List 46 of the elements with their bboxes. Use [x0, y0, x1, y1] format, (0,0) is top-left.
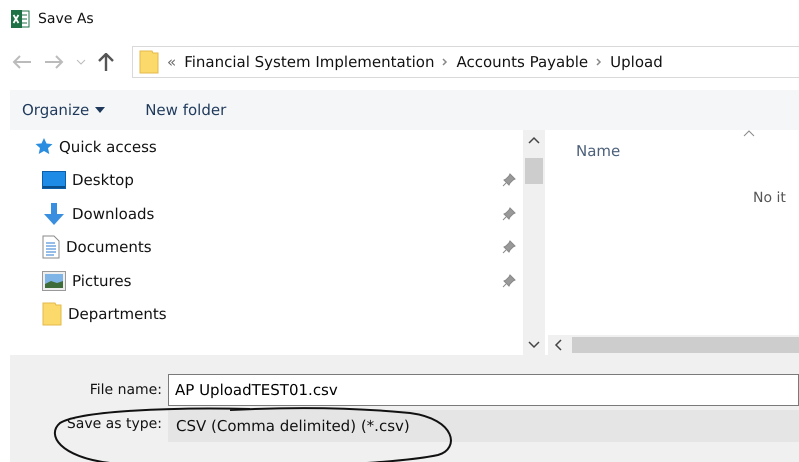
organize-menu[interactable]: Organize [22, 101, 106, 119]
spreadsheet-app-icon [10, 9, 30, 29]
chevron-icon [442, 58, 448, 66]
caret-icon [95, 107, 106, 113]
address-bar[interactable]: « Financial System Implementation Accounts Payable Upload [132, 46, 799, 78]
star-icon [33, 136, 53, 157]
monitor-icon [42, 171, 66, 190]
overflow-chevron[interactable]: « [167, 53, 176, 71]
file-name-field[interactable]: AP UploadTEST01.csv [168, 374, 799, 406]
scroll-left-icon[interactable] [554, 339, 562, 351]
nav-item[interactable]: Quick access [0, 130, 523, 164]
chevron-icon [596, 58, 602, 66]
vertical-scrollbar[interactable] [523, 130, 545, 355]
back-button[interactable] [12, 54, 32, 70]
pin-icon[interactable] [502, 173, 516, 188]
scroll-up-icon[interactable] [528, 136, 540, 144]
horizontal-scrollbar[interactable] [548, 335, 799, 355]
nav-item[interactable]: Desktop [0, 164, 523, 197]
folder-icon [139, 50, 159, 74]
column-header[interactable]: Name [576, 142, 620, 160]
breadcrumb[interactable]: Financial System Implementation [184, 53, 434, 71]
file-type-dropdown[interactable]: CSV (Comma delimited) (*.csv) [168, 410, 799, 442]
empty-message: No it [753, 190, 786, 206]
pin-icon[interactable] [502, 274, 516, 288]
breadcrumb[interactable]: Upload [610, 53, 663, 71]
nav-item[interactable]: Departments [0, 298, 523, 331]
nav-item[interactable]: Documents [0, 230, 523, 264]
scroll-down-icon[interactable] [528, 341, 540, 349]
breadcrumb[interactable]: Accounts Payable [456, 53, 588, 71]
download-icon [42, 202, 66, 226]
pin-icon[interactable] [502, 240, 516, 254]
sort-caret-icon [743, 130, 755, 137]
folder-icon [42, 302, 62, 326]
pin-icon[interactable] [502, 206, 516, 221]
forward-button[interactable] [44, 54, 64, 70]
scroll-thumb[interactable] [572, 337, 799, 353]
nav-item[interactable]: Downloads [0, 197, 523, 230]
nav-item[interactable]: Pictures [0, 264, 523, 298]
field-label: File name: [88, 382, 163, 398]
document-icon [42, 235, 60, 260]
new-folder-button[interactable]: New folder [145, 101, 226, 119]
window-title: Save As [38, 11, 94, 27]
up-button[interactable] [98, 53, 114, 71]
scroll-thumb[interactable] [525, 158, 543, 184]
picture-icon [42, 270, 66, 291]
recent-dropdown-button[interactable] [76, 59, 86, 65]
